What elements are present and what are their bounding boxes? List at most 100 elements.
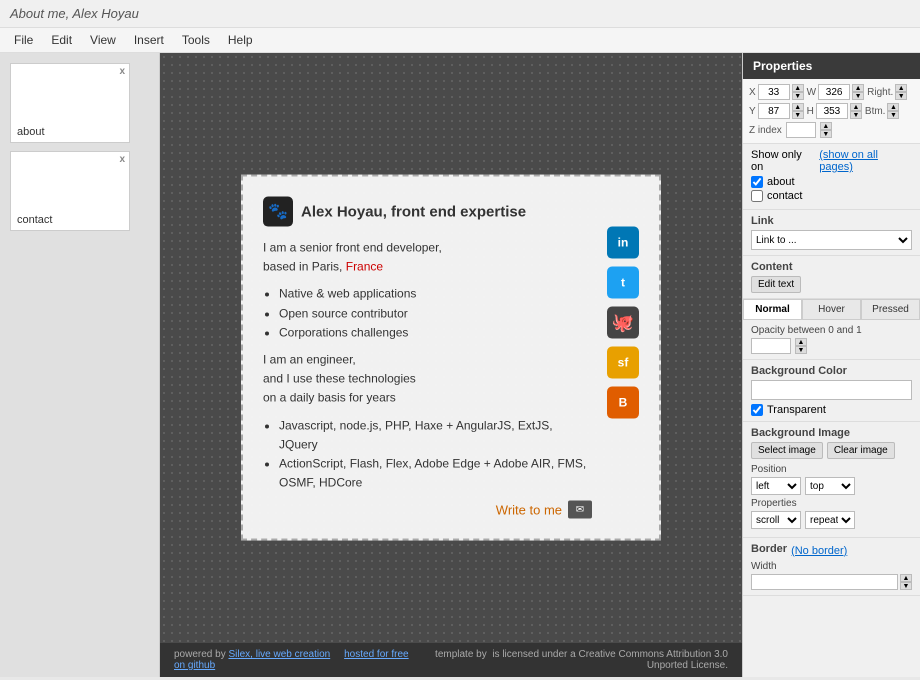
opacity-stepper: ▲ ▼ (795, 338, 807, 354)
link-select[interactable]: Link to ... (751, 230, 912, 250)
close-about-btn[interactable]: x (119, 66, 125, 77)
about-checkbox[interactable] (751, 176, 763, 188)
repeat-select[interactable]: repeat (805, 511, 855, 529)
card-left: 🐾 Alex Hoyau, front end expertise I am a… (263, 197, 592, 519)
card-header: 🐾 Alex Hoyau, front end expertise (263, 197, 592, 227)
opacity-up[interactable]: ▲ (795, 338, 807, 346)
bg-props-row: scroll repeat (751, 511, 912, 529)
silex-link[interactable]: Silex, live web creation (228, 649, 330, 660)
tab-pressed[interactable]: Pressed (861, 299, 920, 319)
page-thumb-about[interactable]: x about (10, 63, 130, 143)
opacity-label: Opacity between 0 and 1 (751, 325, 912, 336)
bg-color-swatch[interactable] (751, 380, 912, 400)
close-contact-btn[interactable]: x (119, 154, 125, 165)
contact-checkbox[interactable] (751, 190, 763, 202)
transparent-checkbox[interactable] (751, 404, 763, 416)
select-image-btn[interactable]: Select image (751, 442, 823, 459)
blogger-icon[interactable]: B (607, 387, 639, 419)
app-title: About me, Alex Hoyau (10, 6, 139, 21)
bw-down[interactable]: ▼ (900, 582, 912, 590)
y-label: Y (749, 106, 756, 117)
zindex-label: Z index (749, 125, 782, 136)
h-stepper: ▲ ▼ (850, 103, 862, 119)
github-icon[interactable]: 🐙 (607, 307, 639, 339)
show-all-pages-link[interactable]: (show on all pages) (819, 149, 912, 173)
sf-icon[interactable]: sf (607, 347, 639, 379)
y-coord: Y ▲ ▼ (749, 103, 804, 119)
page-thumb-contact[interactable]: x contact (10, 151, 130, 231)
y-up[interactable]: ▲ (792, 103, 804, 111)
opacity-down[interactable]: ▼ (795, 346, 807, 354)
right-panel: Properties X ▲ ▼ W ▲ ▼ Right. (742, 53, 920, 677)
right-coord: Right. ▲ ▼ (867, 84, 907, 100)
w-down[interactable]: ▼ (852, 92, 864, 100)
y-input[interactable] (758, 103, 790, 119)
linkedin-icon[interactable]: in (607, 227, 639, 259)
opacity-input[interactable] (751, 338, 791, 354)
zindex-input[interactable] (786, 122, 816, 138)
show-on-label: Show only on (751, 149, 815, 173)
menu-bar: File Edit View Insert Tools Help (0, 28, 920, 53)
w-up[interactable]: ▲ (852, 84, 864, 92)
menu-help[interactable]: Help (220, 30, 261, 50)
tab-hover[interactable]: Hover (802, 299, 861, 319)
tab-normal[interactable]: Normal (743, 299, 802, 319)
border-width-input[interactable] (751, 574, 898, 590)
menu-tools[interactable]: Tools (174, 30, 218, 50)
btm-up[interactable]: ▲ (887, 103, 899, 111)
edit-text-btn[interactable]: Edit text (751, 276, 801, 293)
no-border-link[interactable]: (No border) (791, 545, 847, 557)
skills-list-1: Native & web applications Open source co… (279, 285, 592, 343)
menu-view[interactable]: View (82, 30, 124, 50)
border-width-stepper: ▲ ▼ (900, 574, 912, 590)
title-bar: About me, Alex Hoyau (0, 0, 920, 28)
clear-image-btn[interactable]: Clear image (827, 442, 895, 459)
content-section: Content Edit text (743, 256, 920, 299)
card-body: I am a senior front end developer, based… (263, 239, 592, 493)
list-item: Native & web applications (279, 285, 592, 304)
right-down[interactable]: ▼ (895, 92, 907, 100)
pos-left-select[interactable]: left (751, 477, 801, 495)
list-item: Corporations challenges (279, 323, 592, 342)
x-down[interactable]: ▼ (792, 92, 804, 100)
btm-down[interactable]: ▼ (887, 111, 899, 119)
w-input[interactable] (818, 84, 850, 100)
h-label: H (807, 106, 814, 117)
properties-sub-label: Properties (751, 498, 912, 509)
menu-insert[interactable]: Insert (126, 30, 172, 50)
y-down[interactable]: ▼ (792, 111, 804, 119)
w-coord: W ▲ ▼ (807, 84, 864, 100)
scroll-select[interactable]: scroll (751, 511, 801, 529)
list-item: Javascript, node.js, PHP, Haxe + Angular… (279, 416, 592, 454)
menu-edit[interactable]: Edit (43, 30, 80, 50)
about-page-check-label: about (767, 176, 795, 188)
x-up[interactable]: ▲ (792, 84, 804, 92)
twitter-icon[interactable]: t (607, 267, 639, 299)
z-down[interactable]: ▼ (820, 130, 832, 138)
transparent-label: Transparent (767, 404, 826, 416)
right-up[interactable]: ▲ (895, 84, 907, 92)
props-coords: X ▲ ▼ W ▲ ▼ Right. ▲ ▼ (743, 79, 920, 144)
w-stepper: ▲ ▼ (852, 84, 864, 100)
x-input[interactable] (758, 84, 790, 100)
right-label: Right. (867, 87, 893, 98)
bw-up[interactable]: ▲ (900, 574, 912, 582)
menu-file[interactable]: File (6, 30, 41, 50)
write-to-me[interactable]: Write to me ✉ (263, 501, 592, 519)
pos-top-select[interactable]: top (805, 477, 855, 495)
bg-image-section: Background Image Select image Clear imag… (743, 422, 920, 538)
z-up[interactable]: ▲ (820, 122, 832, 130)
transparent-row: Transparent (751, 404, 912, 416)
bg-image-buttons: Select image Clear image (751, 442, 912, 459)
contact-page-label: contact (17, 214, 52, 226)
content-label: Content (751, 261, 912, 273)
left-panel: x about x contact (0, 53, 160, 677)
h-input[interactable] (816, 103, 848, 119)
h-down[interactable]: ▼ (850, 111, 862, 119)
border-section: Border (No border) Width ▲ ▼ (743, 538, 920, 596)
canvas-area[interactable]: 🐾 Alex Hoyau, front end expertise I am a… (160, 53, 742, 677)
engineer-text: I am an engineer, and I use these techno… (263, 350, 592, 408)
h-up[interactable]: ▲ (850, 103, 862, 111)
bg-color-label: Background Color (751, 365, 912, 377)
footer-left: powered by Silex, live web creation host… (174, 649, 409, 671)
